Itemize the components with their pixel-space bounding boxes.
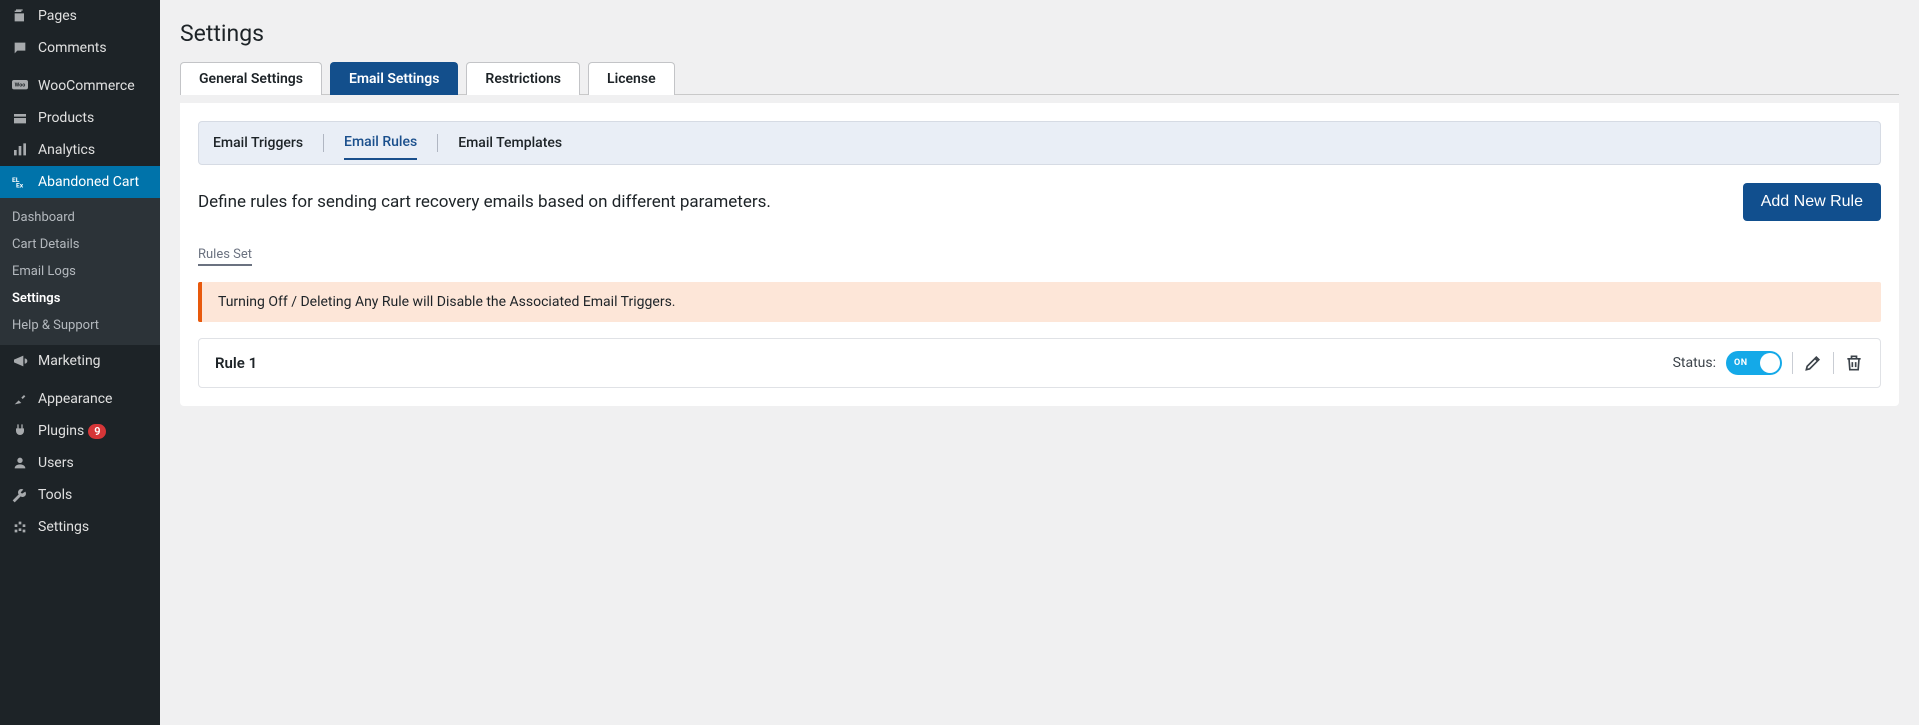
content-panel: Email Triggers Email Rules Email Templat…	[180, 103, 1899, 406]
subnav-separator	[437, 134, 438, 152]
rule-row: Rule 1 Status: ON	[198, 338, 1881, 388]
submenu-settings[interactable]: Settings	[0, 285, 160, 312]
description-row: Define rules for sending cart recovery e…	[198, 183, 1881, 221]
sidebar-submenu: Dashboard Cart Details Email Logs Settin…	[0, 198, 160, 345]
sidebar-item-marketing[interactable]: Marketing	[0, 345, 160, 377]
sidebar-item-appearance[interactable]: Appearance	[0, 383, 160, 415]
submenu-cart-details[interactable]: Cart Details	[0, 231, 160, 258]
sidebar-item-label: Tools	[38, 487, 72, 503]
rule-title: Rule 1	[215, 354, 257, 372]
page-title: Settings	[180, 20, 1899, 47]
status-label: Status:	[1673, 355, 1716, 371]
tab-license[interactable]: License	[588, 62, 675, 95]
subnav-email-rules[interactable]: Email Rules	[344, 126, 417, 160]
admin-sidebar: Pages Comments Woo WooCommerce Products …	[0, 0, 160, 725]
sidebar-item-woocommerce[interactable]: Woo WooCommerce	[0, 70, 160, 102]
rule-actions: Status: ON	[1673, 351, 1864, 375]
submenu-dashboard[interactable]: Dashboard	[0, 204, 160, 231]
page-description: Define rules for sending cart recovery e…	[198, 192, 771, 212]
sidebar-item-comments[interactable]: Comments	[0, 32, 160, 64]
edit-icon[interactable]	[1803, 353, 1823, 373]
toggle-on-label: ON	[1734, 358, 1748, 368]
email-subnav: Email Triggers Email Rules Email Templat…	[198, 121, 1881, 165]
warning-notice: Turning Off / Deleting Any Rule will Dis…	[198, 282, 1881, 322]
rules-set-tab[interactable]: Rules Set	[198, 247, 252, 266]
svg-text:Woo: Woo	[15, 83, 26, 89]
sidebar-item-products[interactable]: Products	[0, 102, 160, 134]
sidebar-item-users[interactable]: Users	[0, 447, 160, 479]
submenu-email-logs[interactable]: Email Logs	[0, 258, 160, 285]
sidebar-item-label: Abandoned Cart	[38, 174, 139, 190]
sidebar-item-label: Marketing	[38, 353, 101, 369]
sidebar-item-settings[interactable]: Settings	[0, 511, 160, 543]
sidebar-item-tools[interactable]: Tools	[0, 479, 160, 511]
settings-tabs: General Settings Email Settings Restrict…	[180, 61, 1899, 95]
submenu-help-support[interactable]: Help & Support	[0, 312, 160, 339]
settings-icon	[10, 519, 30, 535]
tools-icon	[10, 487, 30, 503]
woocommerce-icon: Woo	[10, 80, 30, 92]
sidebar-item-label: Products	[38, 110, 94, 126]
sidebar-item-label: Comments	[38, 40, 107, 56]
subnav-separator	[323, 134, 324, 152]
sidebar-item-pages[interactable]: Pages	[0, 0, 160, 32]
sidebar-item-abandoned-cart[interactable]: ELEx Abandoned Cart	[0, 166, 160, 198]
sidebar-item-label: Appearance	[38, 391, 112, 407]
abandoned-cart-icon: ELEx	[10, 174, 30, 190]
subnav-email-templates[interactable]: Email Templates	[458, 127, 562, 159]
sidebar-item-analytics[interactable]: Analytics	[0, 134, 160, 166]
main-content: Settings General Settings Email Settings…	[160, 0, 1919, 725]
sidebar-item-label: WooCommerce	[38, 78, 135, 94]
sidebar-item-label: Analytics	[38, 142, 95, 158]
subnav-email-triggers[interactable]: Email Triggers	[213, 127, 303, 159]
products-icon	[10, 110, 30, 126]
sidebar-item-label: Users	[38, 455, 74, 471]
action-separator	[1833, 352, 1834, 374]
sidebar-item-label: Plugins	[38, 423, 84, 439]
comments-icon	[10, 40, 30, 56]
sidebar-item-label: Settings	[38, 519, 89, 535]
toggle-knob	[1760, 353, 1780, 373]
tab-general-settings[interactable]: General Settings	[180, 62, 322, 95]
pages-icon	[10, 8, 30, 24]
delete-icon[interactable]	[1844, 353, 1864, 373]
marketing-icon	[10, 353, 30, 369]
users-icon	[10, 455, 30, 471]
svg-text:Ex: Ex	[16, 181, 24, 189]
action-separator	[1792, 352, 1793, 374]
rule-status-toggle[interactable]: ON	[1726, 351, 1782, 375]
appearance-icon	[10, 391, 30, 407]
plugins-icon	[10, 423, 30, 439]
tab-email-settings[interactable]: Email Settings	[330, 62, 458, 95]
analytics-icon	[10, 142, 30, 158]
plugins-update-badge: 9	[88, 424, 106, 439]
sidebar-item-plugins[interactable]: Plugins 9	[0, 415, 160, 447]
sidebar-item-label: Pages	[38, 8, 77, 24]
tab-restrictions[interactable]: Restrictions	[466, 62, 580, 95]
add-new-rule-button[interactable]: Add New Rule	[1743, 183, 1881, 221]
